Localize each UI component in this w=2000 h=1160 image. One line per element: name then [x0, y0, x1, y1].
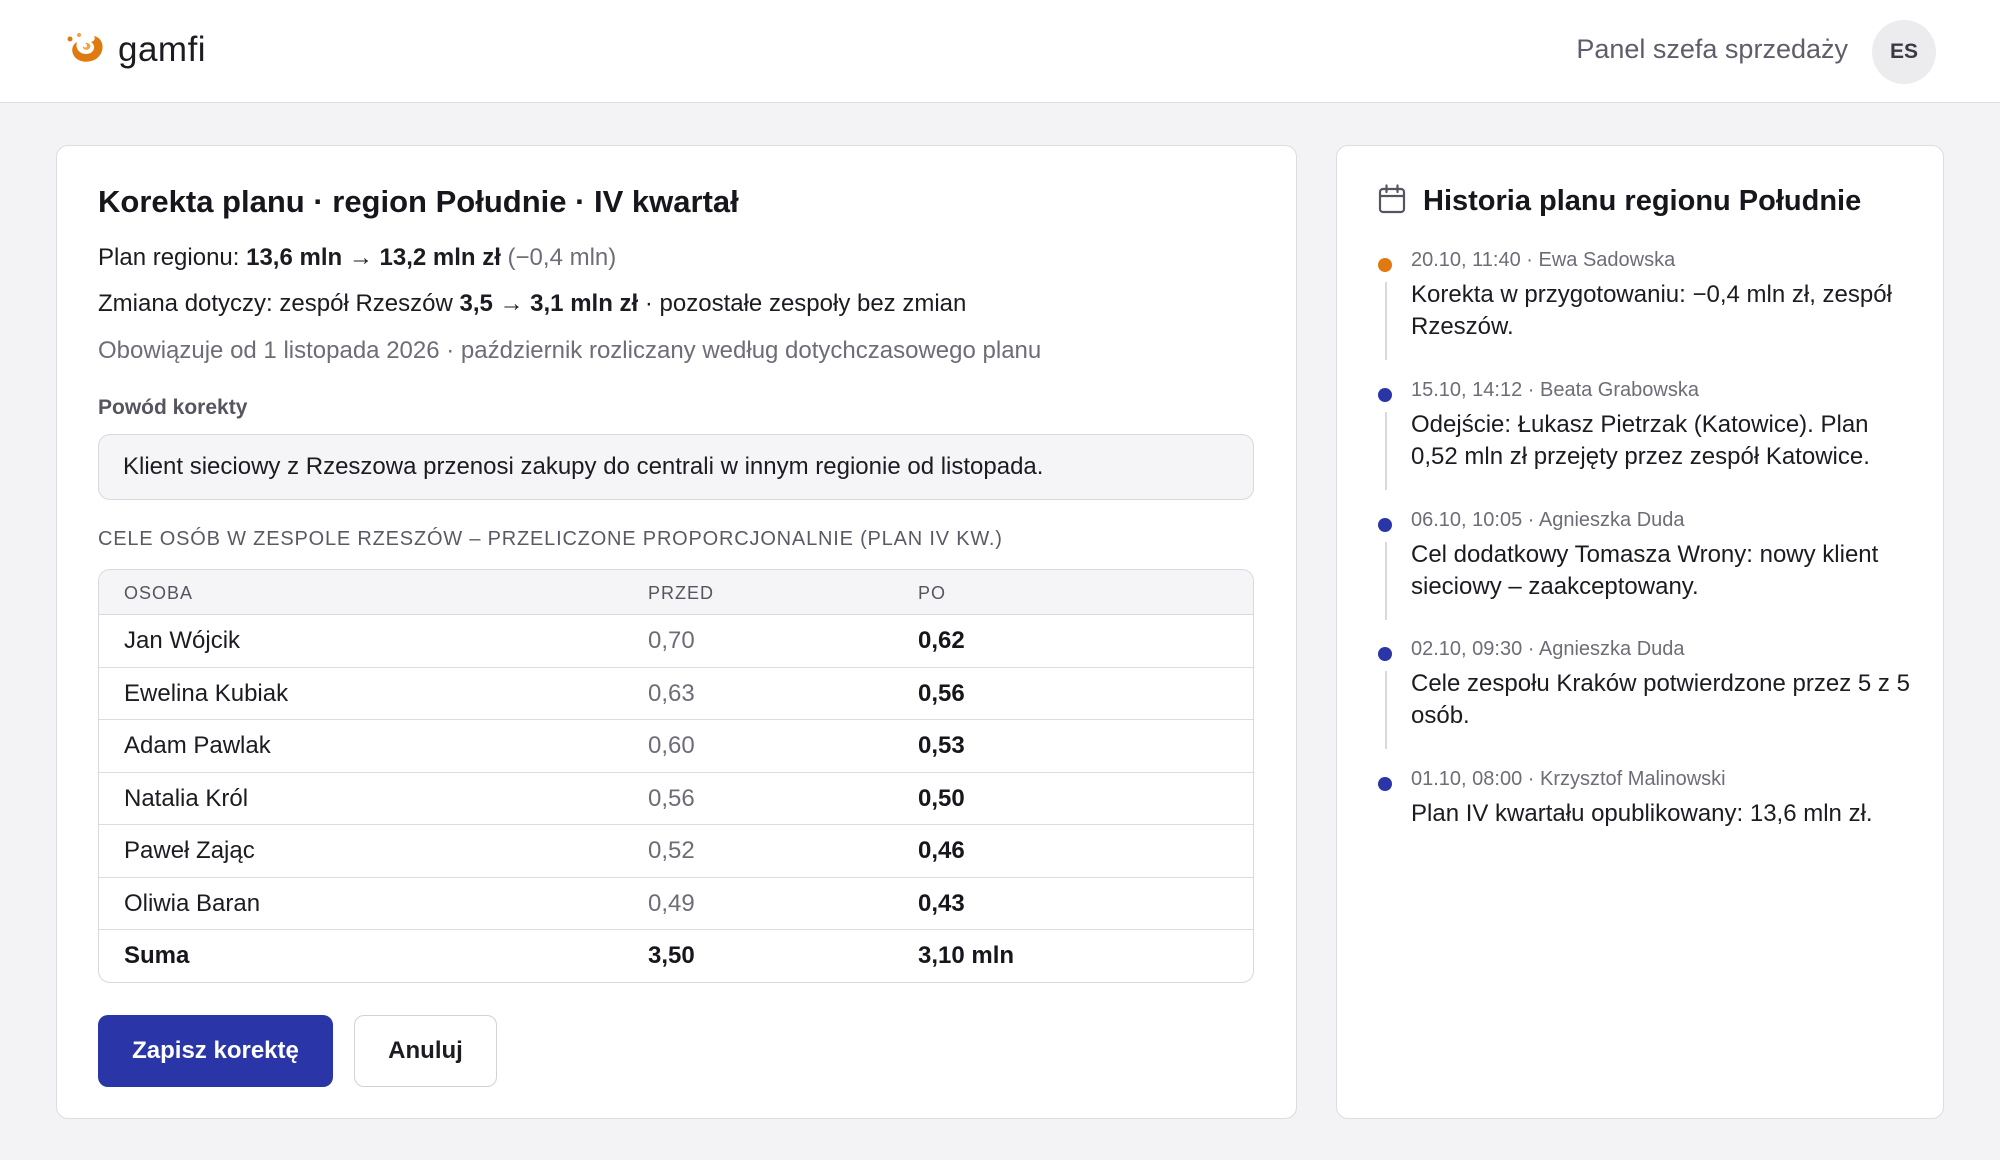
timeline-meta: 02.10, 09:30 · Agnieszka Duda	[1411, 638, 1685, 660]
timeline-meta: 20.10, 11:40 · Ewa Sadowska	[1411, 249, 1676, 271]
timeline-text: Korekta w przygotowaniu: −0,4 mln zł, ze…	[1411, 281, 1892, 340]
flame-icon	[64, 30, 108, 71]
value-before: 0,52	[648, 837, 695, 864]
targets-table: Osoba Przed Po Jan Wójcik 0,70 0,62 Ewel…	[98, 569, 1254, 983]
value-after: 0,53	[918, 732, 965, 759]
timeline-dot	[1378, 518, 1392, 532]
timeline-text: Odejście: Łukasz Pietrzak (Katowice). Pl…	[1411, 411, 1870, 470]
person-name: Natalia Król	[124, 784, 249, 812]
scope-summary: Zmiana dotyczy: zespół Rzeszów 3,5 → 3,1…	[98, 290, 966, 318]
value-before: 0,49	[648, 889, 695, 917]
plan-history-card: Historia planu regionu Południe 20.10, 1…	[1336, 145, 1944, 1119]
timeline-meta: 06.10, 10:05 · Agnieszka Duda	[1411, 509, 1685, 531]
table-row: Natalia Król 0,56 0,50	[99, 773, 1253, 825]
history-title: Historia planu regionu Południe	[1423, 185, 1862, 217]
timeline-item: 06.10, 10:05 · Agnieszka Duda Cel dodatk…	[1378, 509, 1918, 639]
sum-before: 3,50	[648, 942, 695, 969]
timeline-dot	[1378, 388, 1392, 402]
table-row: Jan Wójcik 0,70 0,62	[99, 615, 1253, 668]
history-header: Historia planu regionu Południe	[1378, 184, 1861, 219]
timeline-item: 20.10, 11:40 · Ewa Sadowska Korekta w pr…	[1378, 249, 1918, 379]
save-correction-button[interactable]: Zapisz korektę	[98, 1015, 333, 1087]
table-row: Adam Pawlak 0,60 0,53	[99, 720, 1253, 773]
value-after: 0,50	[918, 784, 965, 812]
timeline-connector	[1385, 282, 1387, 360]
person-name: Ewelina Kubiak	[124, 679, 289, 707]
value-after: 0,46	[918, 837, 965, 864]
brand-name: gamfi	[118, 30, 207, 69]
scope-suffix: · pozostałe zespoły bez zmian	[638, 290, 967, 317]
timeline-dot-pending	[1378, 258, 1392, 272]
timeline-dot	[1378, 647, 1392, 661]
reason-label: Powód korekty	[98, 396, 248, 419]
value-before: 0,63	[648, 679, 695, 707]
value-after: 0,62	[918, 627, 965, 654]
value-after: 0,43	[918, 889, 965, 917]
targets-table-heading: Cele osób w zespole Rzeszów – przeliczon…	[98, 528, 1003, 550]
timeline-text: Cele zespołu Kraków potwierdzone przez 5…	[1411, 670, 1910, 729]
plan-summary: Plan regionu: 13,6 mln → 13,2 mln zł (−0…	[98, 244, 616, 272]
plan-prefix: Plan regionu:	[98, 244, 247, 271]
calendar-icon	[1378, 184, 1406, 219]
plan-correction-card: Korekta planu · region Południe · IV kwa…	[56, 145, 1297, 1119]
person-name: Jan Wójcik	[124, 627, 241, 654]
timeline-connector	[1385, 542, 1387, 620]
cancel-button[interactable]: Anuluj	[354, 1015, 497, 1087]
person-name: Adam Pawlak	[124, 732, 271, 759]
scope-change: 3,5 → 3,1 mln zł	[459, 290, 639, 317]
effective-date-note: Obowiązuje od 1 listopada 2026 · paździe…	[98, 337, 1042, 364]
plan-change: 13,6 mln → 13,2 mln zł	[246, 244, 501, 271]
sum-label: Suma	[124, 942, 190, 969]
timeline-text: Plan IV kwartału opublikowany: 13,6 mln …	[1411, 800, 1873, 827]
table-sum-row: Suma 3,50 3,10 mln	[99, 930, 1253, 982]
brand-logo[interactable]: gamfi	[64, 30, 206, 70]
timeline-meta: 15.10, 14:12 · Beata Grabowska	[1411, 379, 1699, 401]
timeline-meta: 01.10, 08:00 · Krzysztof Malinowski	[1411, 768, 1726, 790]
avatar[interactable]: ES	[1872, 20, 1936, 84]
value-before: 0,60	[648, 732, 695, 759]
timeline-text: Cel dodatkowy Tomasza Wrony: nowy klient…	[1411, 541, 1879, 600]
card-title: Korekta planu · region Południe · IV kwa…	[98, 184, 739, 219]
scope-prefix: Zmiana dotyczy: zespół Rzeszów	[98, 290, 460, 317]
top-bar: gamfi Panel szefa sprzedaży ES	[0, 0, 2000, 103]
timeline-connector	[1385, 671, 1387, 749]
plan-delta: (−0,4 mln)	[500, 244, 617, 271]
value-before: 0,56	[648, 784, 695, 812]
value-after: 0,56	[918, 679, 965, 707]
person-name: Paweł Zając	[124, 837, 255, 864]
panel-title: Panel szefa sprzedaży	[1576, 34, 1848, 64]
reason-input[interactable]: Klient sieciowy z Rzeszowa przenosi zaku…	[98, 434, 1254, 500]
column-header-after: Po	[918, 583, 947, 603]
table-row: Oliwia Baran 0,49 0,43	[99, 878, 1253, 930]
timeline-item: 02.10, 09:30 · Agnieszka Duda Cele zespo…	[1378, 638, 1918, 768]
column-header-person: Osoba	[124, 583, 194, 603]
timeline-item: 01.10, 08:00 · Krzysztof Malinowski Plan…	[1378, 768, 1918, 848]
table-header: Osoba Przed Po	[99, 570, 1253, 615]
timeline-item: 15.10, 14:12 · Beata Grabowska Odejście:…	[1378, 379, 1918, 509]
timeline-dot	[1378, 777, 1392, 791]
sum-after: 3,10 mln	[918, 942, 1015, 969]
table-row: Ewelina Kubiak 0,63 0,56	[99, 668, 1253, 720]
value-before: 0,70	[648, 627, 695, 654]
person-name: Oliwia Baran	[124, 889, 261, 917]
timeline-connector	[1385, 412, 1387, 490]
column-header-before: Przed	[648, 583, 715, 603]
table-row: Paweł Zając 0,52 0,46	[99, 825, 1253, 878]
